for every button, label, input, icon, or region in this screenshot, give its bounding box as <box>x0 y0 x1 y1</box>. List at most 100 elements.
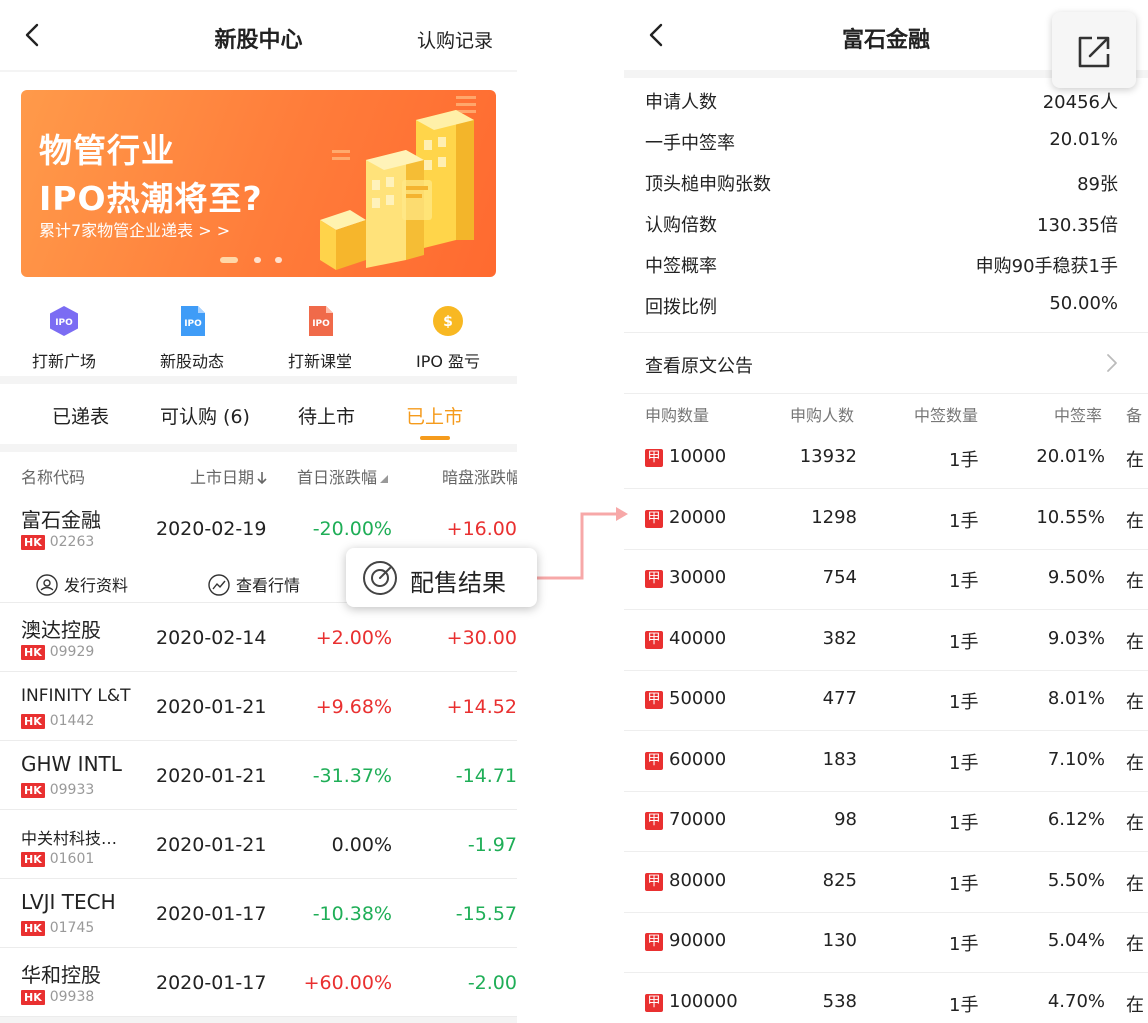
listing-date: 2020-02-19 <box>156 518 267 540</box>
buildings-illustration-icon <box>320 96 476 270</box>
tier-badge: 甲 <box>645 993 663 1012</box>
allotment-results-button[interactable]: 配售结果 <box>346 548 537 607</box>
column-note: 备 <box>1126 406 1143 425</box>
tab-subscribable[interactable]: 可认购 (6) <box>160 402 250 429</box>
note-cell: 在 <box>1126 752 1144 774</box>
stat-applicants: 申请人数 20456人 <box>624 82 1148 123</box>
note-cell: 在 <box>1126 571 1144 592</box>
applicants-cell: 13932 <box>799 446 857 467</box>
connector-arrow-icon <box>536 507 628 580</box>
hk-market-badge: HK <box>21 852 45 867</box>
subscription-records-link[interactable]: 认购记录 <box>417 26 493 53</box>
hk-market-badge: HK <box>21 990 45 1005</box>
tab-pending-listing[interactable]: 待上市 <box>298 402 355 429</box>
column-name-code: 名称代码 <box>21 468 86 487</box>
stat-one-lot-rate: 一手中签率 20.01% <box>624 123 1148 164</box>
stock-name: LVJI TECH <box>21 890 116 914</box>
ipo-hexagon-icon: IPO <box>50 306 78 336</box>
rate-cell: 4.70% <box>1047 990 1105 1012</box>
stock-row[interactable]: GHW INTL HK 09933 2020-01-21 -31.37% -14.… <box>0 741 517 810</box>
note-cell: 在 <box>1126 994 1144 1016</box>
stock-row[interactable]: 澳达控股 HK 09929 2020-02-14 +2.00% +30.00 <box>0 603 517 672</box>
rate-cell: 7.10% <box>1047 748 1105 770</box>
note-cell: 在 <box>1126 873 1144 895</box>
quick-action-ipo-news[interactable]: IPO 新股动态 <box>128 300 256 372</box>
carousel-dot <box>275 257 282 263</box>
applicants-cell: 825 <box>822 869 857 891</box>
qty-value: 100000 <box>669 990 738 1012</box>
tier-badge: 甲 <box>645 933 663 951</box>
view-quotes-button[interactable]: 查看行情 <box>208 572 300 596</box>
prospectus-button[interactable]: 发行资料 <box>36 572 128 596</box>
stat-value: 20.01% <box>1049 129 1118 150</box>
tier-badge: 甲 <box>645 449 663 467</box>
qty-value: 30000 <box>669 567 727 588</box>
dark-pool-change: +14.52 <box>446 696 517 718</box>
applicants-cell: 98 <box>834 809 857 830</box>
column-qty: 申购数量 <box>645 406 710 425</box>
code-text: 01442 <box>49 713 95 729</box>
note-cell: 在 <box>1126 631 1144 653</box>
hk-market-badge: HK <box>21 714 45 729</box>
stock-name: 华和控股 <box>21 963 101 987</box>
stock-row[interactable]: LVJI TECH HK 01745 2020-01-17 -10.38% -15… <box>0 879 517 948</box>
quick-action-ipo-pnl[interactable]: $ IPO 盈亏 <box>384 300 512 372</box>
quick-action-label: 打新课堂 <box>287 352 352 371</box>
tab-listed[interactable]: 已上市 <box>406 402 463 429</box>
stat-top-bid-lots: 顶头槌申购张数 89张 <box>624 164 1148 205</box>
listing-date: 2020-02-14 <box>156 627 267 649</box>
action-label: 查看行情 <box>236 576 301 595</box>
hk-market-badge: HK <box>21 535 45 550</box>
table-row: 甲 30000 754 1手 9.50% 在 <box>624 550 1148 610</box>
quick-action-label: 新股动态 <box>159 352 224 371</box>
dark-pool-change: +30.00 <box>446 627 517 649</box>
stock-name: 中关村科技… <box>21 829 118 848</box>
listing-date: 2020-01-21 <box>156 834 267 856</box>
code-text: 01601 <box>49 851 95 867</box>
tier-badge: 甲 <box>645 691 663 709</box>
carousel-dot-active <box>220 257 238 263</box>
stock-name: 富石金融 <box>21 508 101 532</box>
target-icon <box>363 561 397 595</box>
stock-row[interactable]: 华和控股 HK 09938 2020-01-17 +60.00% -2.00 <box>0 948 517 1017</box>
rate-cell: 5.04% <box>1047 930 1105 951</box>
column-rate: 中签率 <box>1054 406 1103 425</box>
applicants-cell: 538 <box>822 990 857 1012</box>
note-cell: 在 <box>1126 813 1144 834</box>
svg-text:$: $ <box>443 314 453 330</box>
qty-cell: 甲 90000 <box>645 930 726 951</box>
column-dark-pool-change[interactable]: 暗盘涨跌幅 <box>442 464 517 488</box>
promo-banner[interactable]: 物管行业 IPO热潮将至? 累计7家物管企业递表 > > <box>21 90 496 277</box>
table-row: 甲 80000 825 1手 5.50% 在 <box>624 853 1148 913</box>
sort-down-icon <box>257 472 267 485</box>
tier-badge: 甲 <box>645 509 663 528</box>
banner-subtitle: 累计7家物管企业递表 > > <box>39 221 231 240</box>
stock-row[interactable]: INFINITY L&T HK 01442 2020-01-21 +9.68% +… <box>0 672 517 741</box>
rate-cell: 6.12% <box>1047 809 1105 830</box>
lots-cell: 1手 <box>949 813 979 834</box>
qty-cell: 甲 60000 <box>645 749 726 770</box>
tab-filed[interactable]: 已递表 <box>52 402 109 429</box>
column-first-day-change[interactable]: 首日涨跌幅 <box>297 464 389 488</box>
table-header: 名称代码 上市日期 首日涨跌幅 暗盘涨跌幅 <box>0 452 517 492</box>
nav-bar: 新股中心 认购记录 <box>0 0 517 70</box>
lots-cell: 1手 <box>949 994 979 1016</box>
column-listing-date[interactable]: 上市日期 <box>190 464 268 488</box>
quick-action-ipo-class[interactable]: IPO 打新课堂 <box>256 300 384 372</box>
share-button[interactable] <box>1052 12 1136 88</box>
stat-value: 130.35倍 <box>1037 215 1118 236</box>
table-row: 甲 60000 183 1手 7.10% 在 <box>624 732 1148 792</box>
column-applicants: 申购人数 <box>790 406 855 425</box>
stock-row[interactable]: 中关村科技… HK 01601 2020-01-21 0.00% -1.97 <box>0 810 517 879</box>
first-day-change: +60.00% <box>303 972 392 994</box>
stat-value: 50.00% <box>1049 293 1118 314</box>
stock-name: 澳达控股 <box>21 618 101 642</box>
chevron-right-icon <box>1107 354 1117 372</box>
code-text: 09933 <box>49 782 95 798</box>
view-announcement-link[interactable]: 查看原文公告 <box>624 332 1148 394</box>
code-text: 02263 <box>49 534 95 550</box>
qty-cell: 甲 40000 <box>645 628 726 649</box>
quick-action-ipo-plaza[interactable]: IPO 打新广场 <box>0 300 128 372</box>
qty-value: 70000 <box>669 809 727 830</box>
ipo-status-tabs: 已递表 可认购 (6) 待上市 已上市 <box>0 384 517 446</box>
